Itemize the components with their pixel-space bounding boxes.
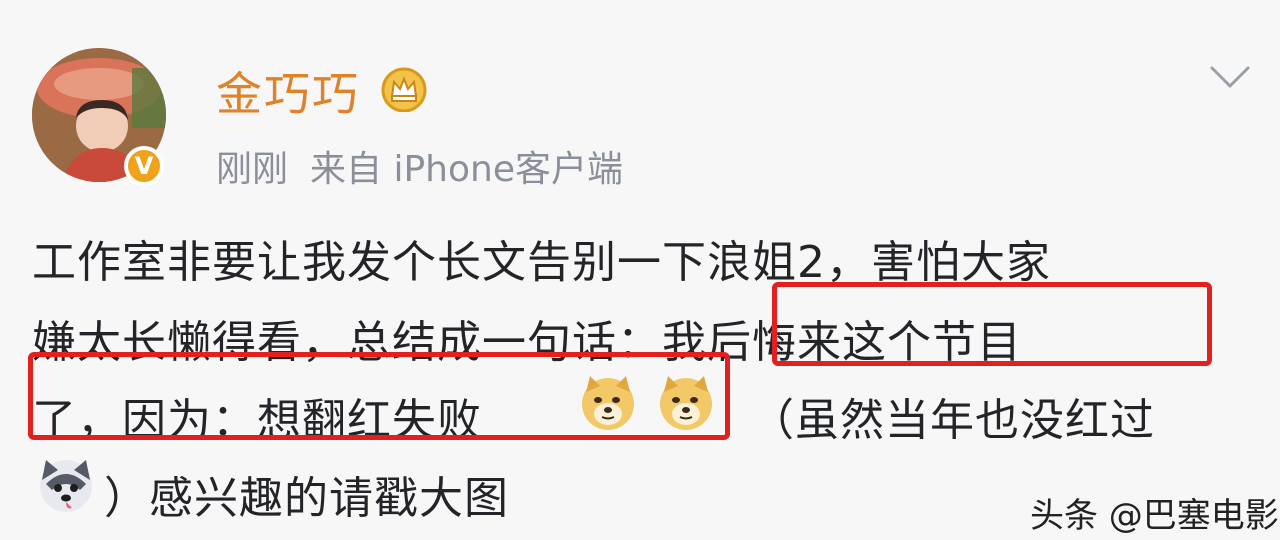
husky-emoji-icon xyxy=(40,460,92,512)
post-time: 刚刚 xyxy=(216,149,289,190)
doge-emoji-icon xyxy=(582,376,634,430)
post-source: 来自 iPhone客户端 xyxy=(310,149,623,190)
post-text-line-3: 了，因为：想翻红失败 xyxy=(32,395,482,446)
post-text-line-3b: （虽然当年也没红过 xyxy=(750,395,1155,446)
verified-badge-icon: V xyxy=(124,146,164,186)
post-text-line-4: ）感兴趣的请戳大图 xyxy=(104,473,509,524)
doge-emoji-icon xyxy=(660,376,712,430)
username[interactable]: 金巧巧 xyxy=(216,58,360,124)
chevron-down-icon[interactable] xyxy=(1208,62,1252,92)
post-meta: 刚刚 来自 iPhone客户端 xyxy=(216,140,623,192)
weibo-post: V 金巧巧 刚刚 来自 iPhone客户端 工作室非要让我发个长文告别一下浪姐2，… xyxy=(0,0,1280,540)
watermark: 头条 @巴塞电影 xyxy=(1030,496,1279,536)
crown-icon[interactable] xyxy=(380,66,428,112)
post-text-line-2: 嫌太长懒得看，总结成一句话：我后悔来这个节目 xyxy=(32,317,1022,368)
post-text-line-1: 工作室非要让我发个长文告别一下浪姐2，害怕大家 xyxy=(32,237,1051,288)
